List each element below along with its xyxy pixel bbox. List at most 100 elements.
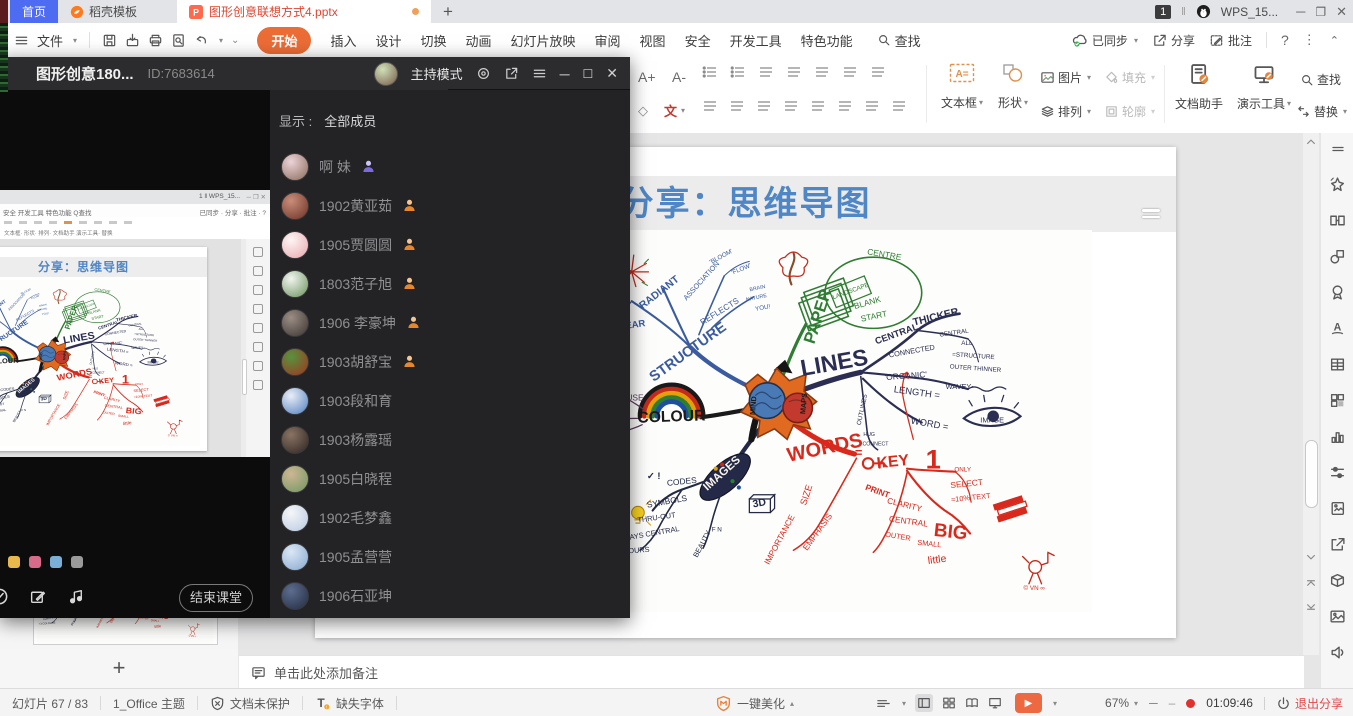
zoom-slider[interactable]: –	[1169, 696, 1176, 710]
doc-assistant-button[interactable]: 文档助手	[1172, 63, 1226, 112]
member-list[interactable]: 啊 妹1902黄亚茹1905贾圆圆1803范子旭1906 李豪坤1903胡舒宝1…	[270, 147, 630, 615]
next-slide-icon[interactable]	[1305, 601, 1317, 613]
menu-插入[interactable]: 插入	[330, 31, 356, 50]
tab-docer-templates[interactable]: 稻壳模板	[58, 0, 149, 23]
member-row[interactable]: 1905孟营营	[270, 537, 630, 576]
medal-icon[interactable]	[1329, 284, 1346, 301]
more-options-icon[interactable]: ⋮	[1303, 32, 1316, 48]
member-row[interactable]: 1902毛梦鑫	[270, 498, 630, 537]
outline-button[interactable]: 轮廓▾	[1104, 103, 1155, 120]
alignment-tool-icon[interactable]	[891, 99, 907, 113]
account-name[interactable]: WPS_15...	[1221, 5, 1278, 19]
screen-share-preview[interactable]: 1 ‖ WPS_15... ─ ❐ ✕ 安全 开发工具 特色功能 Q查找 已同步…	[0, 190, 270, 457]
add-slide-button[interactable]: +	[0, 655, 238, 681]
box-icon[interactable]	[1329, 572, 1346, 589]
scroll-down-icon[interactable]	[1305, 551, 1317, 563]
help-button[interactable]: ?	[1281, 32, 1289, 48]
table-icon[interactable]	[1329, 356, 1346, 373]
collapse-ribbon-icon[interactable]: ⌃	[1330, 34, 1339, 47]
alignment-tool-icon[interactable]	[864, 99, 880, 113]
slide-counter[interactable]: 幻灯片 67 / 83	[12, 695, 88, 712]
transition-icon[interactable]	[1329, 212, 1346, 229]
member-row[interactable]: 1905白晓程	[270, 459, 630, 498]
missing-font-status[interactable]: 缺失字体	[336, 695, 384, 712]
view-normal-icon[interactable]	[915, 694, 933, 712]
image-icon[interactable]	[1329, 608, 1346, 625]
music-icon[interactable]	[68, 588, 85, 605]
effects-star-icon[interactable]	[1329, 176, 1346, 193]
save-icon[interactable]	[102, 33, 117, 48]
file-menu[interactable]: 文件	[37, 31, 63, 50]
menu-开发工具[interactable]: 开发工具	[730, 31, 782, 50]
beautify-button[interactable]: 一键美化 ▴	[715, 689, 794, 716]
share-icon[interactable]	[1329, 536, 1346, 553]
menu-幻灯片放映[interactable]: 幻灯片放映	[511, 31, 576, 50]
fill-button[interactable]: 填充▾	[1104, 69, 1155, 86]
menu-动画[interactable]: 动画	[466, 31, 492, 50]
arrange-button[interactable]: 排列▾	[1040, 103, 1091, 120]
notes-toggle-icon[interactable]	[876, 696, 891, 711]
overlay-collapse-handle[interactable]	[1142, 209, 1160, 218]
play-slideshow-button[interactable]: ▶	[1015, 693, 1042, 713]
replace-button[interactable]: 替换▾	[1296, 103, 1347, 120]
member-row[interactable]: 1905贾圆圆	[270, 225, 630, 264]
theme-name[interactable]: 1_Office 主题	[113, 695, 185, 712]
insert-picture-button[interactable]: 图片▾	[1040, 69, 1091, 86]
view-sorter-icon[interactable]	[942, 696, 956, 710]
play-options-caret[interactable]: ▾	[1053, 699, 1057, 708]
speaker-icon[interactable]	[1329, 644, 1346, 661]
tab-home[interactable]: 首页	[10, 0, 58, 23]
album-icon[interactable]	[1329, 500, 1346, 517]
paragraph-tool-icon[interactable]	[786, 65, 802, 79]
member-row[interactable]: 1906石亚坤	[270, 576, 630, 615]
zoom-level[interactable]: 67%▾	[1105, 696, 1138, 710]
member-row[interactable]: 1903胡舒宝	[270, 342, 630, 381]
exit-share-button[interactable]: 退出分享	[1276, 695, 1343, 712]
vertical-scrollbar[interactable]	[1303, 133, 1319, 655]
notes-bar[interactable]: 单击此处添加备注	[238, 655, 1304, 688]
font-grow-button[interactable]: A+	[638, 69, 656, 85]
member-row[interactable]: 1903杨露瑶	[270, 420, 630, 459]
export-icon[interactable]	[125, 33, 140, 48]
paragraph-tool-icon[interactable]	[870, 65, 886, 79]
new-tab-button[interactable]: +	[431, 0, 465, 23]
protection-status[interactable]: 文档未保护	[230, 695, 290, 712]
alignment-tool-icon[interactable]	[810, 99, 826, 113]
share-button[interactable]: 分享	[1152, 32, 1195, 49]
menu-开始[interactable]: 开始	[257, 27, 311, 54]
minimize-button[interactable]: ─	[1296, 4, 1305, 19]
menu-设计[interactable]: 设计	[375, 31, 401, 50]
sync-status[interactable]: 已同步▾	[1072, 32, 1138, 49]
member-row[interactable]: 1906 李豪坤	[270, 303, 630, 342]
shapes-icon[interactable]	[1329, 248, 1346, 265]
menu-视图[interactable]: 视图	[640, 31, 666, 50]
pinyin-tool[interactable]: 文▾	[664, 101, 685, 120]
menu-安全[interactable]: 安全	[685, 31, 711, 50]
member-row[interactable]: 1903段和育	[270, 381, 630, 420]
print-preview-icon[interactable]	[171, 33, 186, 48]
format-eraser-icon[interactable]: ◇	[638, 103, 648, 119]
paragraph-tool-icon[interactable]	[758, 65, 774, 79]
collapse-quickbar-icon[interactable]: ⌄	[231, 35, 239, 46]
wordart-icon[interactable]: A	[1329, 320, 1346, 337]
menu-特色功能[interactable]: 特色功能	[801, 31, 853, 50]
scroll-up-icon[interactable]	[1305, 136, 1317, 148]
paragraph-tool-icon[interactable]	[814, 65, 830, 79]
comment-button[interactable]: 批注	[1209, 32, 1252, 49]
tab-document[interactable]: P 图形创意联想方式4.pptx	[177, 0, 431, 23]
mindmap-image[interactable]	[598, 230, 1092, 612]
hand-check-icon[interactable]	[0, 587, 9, 606]
task-count-badge[interactable]: 1	[1155, 5, 1171, 19]
zoom-out-button[interactable]: ─	[1149, 696, 1158, 710]
member-row[interactable]: 1803范子旭	[270, 264, 630, 303]
sliders-icon[interactable]	[1329, 464, 1346, 481]
menu-审阅[interactable]: 审阅	[595, 31, 621, 50]
restore-button[interactable]: ❐	[1315, 5, 1326, 19]
find-button[interactable]: 查找	[1300, 71, 1341, 88]
layout-icon[interactable]	[1329, 392, 1346, 409]
alignment-tool-icon[interactable]	[756, 99, 772, 113]
alignment-tool-icon[interactable]	[702, 99, 718, 113]
annotate-icon[interactable]	[29, 588, 46, 605]
qq-avatar[interactable]	[1196, 4, 1211, 19]
main-menu-icon[interactable]	[14, 33, 29, 48]
